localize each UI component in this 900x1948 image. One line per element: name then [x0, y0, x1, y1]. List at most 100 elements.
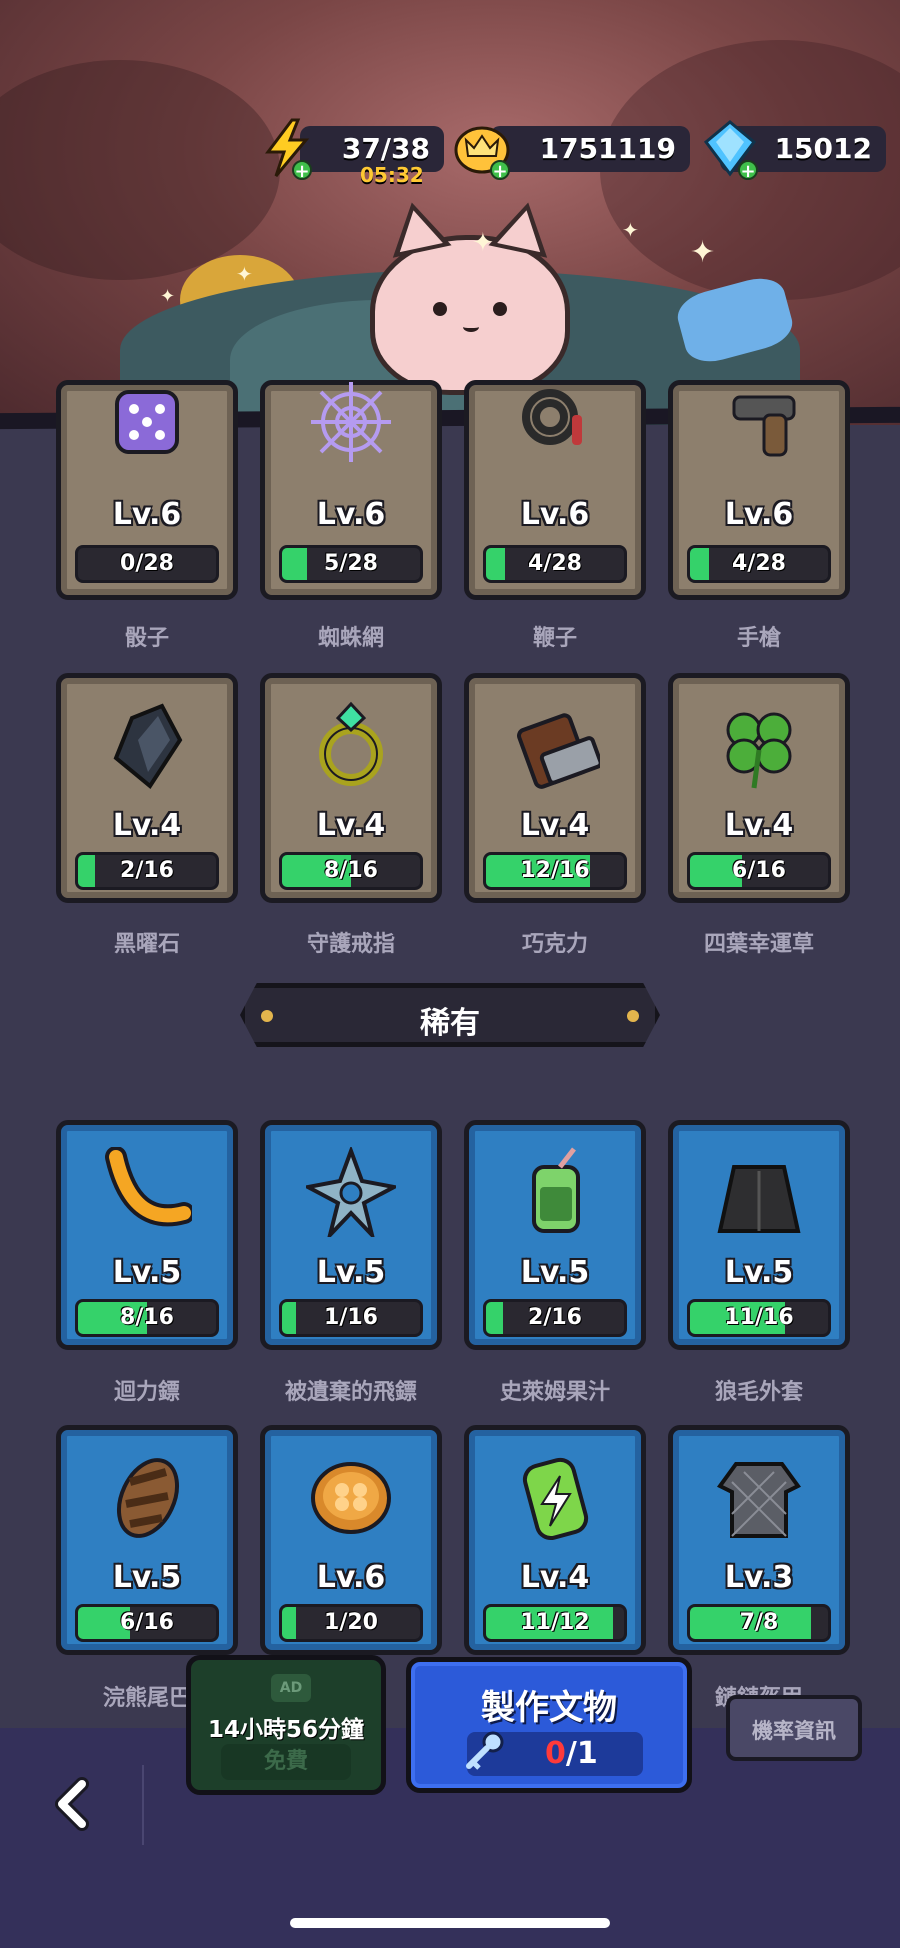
artifact-card[interactable]: Lv.5 6/16	[56, 1425, 238, 1655]
add-energy-button[interactable]: +	[292, 160, 312, 182]
sparkle-icon: ✦	[622, 218, 639, 242]
artifact-card[interactable]: Lv.5 11/16	[668, 1120, 850, 1350]
artifact-card[interactable]: Lv.5 1/16	[260, 1120, 442, 1350]
progress-bar: 1/16	[279, 1299, 423, 1337]
artifact-name: 被遺棄的飛鏢	[284, 1380, 417, 1405]
artifact-name: 鞭子	[532, 626, 577, 651]
craft-artifact-button[interactable]: 製作文物 0/1	[406, 1657, 692, 1793]
artifact-level: Lv.6	[724, 497, 794, 532]
whip-icon	[522, 389, 582, 445]
artifact-card[interactable]: Lv.4 12/16	[464, 673, 646, 903]
progress-bar: 2/16	[75, 852, 219, 890]
chocolate-icon	[517, 713, 600, 789]
key-counter: 0/1	[466, 1731, 643, 1776]
progress-bar: 11/12	[483, 1604, 627, 1642]
progress-text: 1/20	[324, 1610, 378, 1635]
progress-bar: 5/28	[279, 545, 423, 583]
progress-text: 2/16	[528, 1305, 582, 1330]
probability-info-button[interactable]: 機率資訊	[726, 1695, 862, 1761]
artifact-name: 手槍	[736, 626, 781, 651]
progress-text: 5/28	[324, 551, 378, 576]
progress-text: 12/16	[520, 858, 590, 883]
artifact-name: 守護戒指	[306, 932, 395, 957]
artifact-level: Lv.5	[520, 1255, 590, 1290]
artifact-card[interactable]: Lv.6 4/28	[668, 380, 850, 600]
progress-text: 4/28	[528, 551, 582, 576]
artifact-level: Lv.6	[316, 497, 386, 532]
artifact-card[interactable]: Lv.6 5/28	[260, 380, 442, 600]
artifact-level: Lv.6	[316, 1560, 386, 1595]
progress-text: 8/16	[120, 1305, 174, 1330]
artifact-name: 骰子	[124, 626, 169, 651]
pistol-icon	[732, 395, 796, 457]
progress-text: 6/16	[120, 1610, 174, 1635]
artifact-card[interactable]: Lv.5 8/16	[56, 1120, 238, 1350]
clover-coin-icon	[311, 1462, 391, 1534]
rarity-section-header: 稀有	[240, 983, 660, 1047]
slime-juice-icon	[532, 1147, 580, 1233]
artifact-level: Lv.4	[112, 808, 182, 843]
boomerang-icon	[105, 1147, 192, 1227]
artifact-level: Lv.5	[112, 1560, 182, 1595]
artifact-level: Lv.5	[112, 1255, 182, 1290]
free-label: 免費	[221, 1744, 351, 1780]
progress-bar: 12/16	[483, 852, 627, 890]
progress-bar: 2/16	[483, 1299, 627, 1337]
artifact-card[interactable]: Lv.6 1/20	[260, 1425, 442, 1655]
artifact-name: 黑曜石	[113, 932, 180, 957]
artifact-card[interactable]: Lv.4 8/16	[260, 673, 442, 903]
artifact-level: Lv.5	[316, 1255, 386, 1290]
progress-text: 6/16	[732, 858, 786, 883]
progress-bar: 6/16	[687, 852, 831, 890]
section-title: 稀有	[420, 1006, 480, 1041]
artifact-name: 史萊姆果汁	[499, 1380, 610, 1405]
ad-icon: AD	[271, 1674, 311, 1702]
artifact-name: 四葉幸運草	[703, 932, 814, 957]
artifact-card[interactable]: Lv.4 6/16	[668, 673, 850, 903]
progress-text: 11/16	[724, 1305, 794, 1330]
energy-drink-icon	[522, 1457, 589, 1540]
artifact-card[interactable]: Lv.4 11/12	[464, 1425, 646, 1655]
artifact-level: Lv.4	[520, 1560, 590, 1595]
artifact-name: 狼毛外套	[714, 1380, 803, 1405]
artifact-card[interactable]: Lv.4 2/16	[56, 673, 238, 903]
artifact-level: Lv.6	[112, 497, 182, 532]
progress-bar: 4/28	[687, 545, 831, 583]
artifact-level: Lv.4	[724, 808, 794, 843]
artifact-name: 蜘蛛網	[317, 626, 384, 651]
hero-scene: ✦ ✦ ✦ ✦ ✦	[0, 0, 900, 425]
home-indicator	[290, 1918, 610, 1928]
free-ad-button[interactable]: AD 14小時56分鐘 免費	[186, 1655, 386, 1795]
artifact-card[interactable]: Lv.6 4/28	[464, 380, 646, 600]
gold-display[interactable]: 1751119	[490, 126, 690, 172]
progress-text: 4/28	[732, 551, 786, 576]
chainmail-icon	[716, 1462, 802, 1538]
free-timer: 14小時56分鐘	[207, 1717, 364, 1743]
progress-bar: 6/16	[75, 1604, 219, 1642]
progress-text: 2/16	[120, 858, 174, 883]
add-gem-button[interactable]: +	[738, 160, 758, 182]
progress-bar: 0/28	[75, 545, 219, 583]
clover-icon	[726, 712, 792, 789]
shuriken-icon	[306, 1147, 396, 1237]
progress-bar: 7/8	[687, 1604, 831, 1642]
artifact-card[interactable]: Lv.3 7/8	[668, 1425, 850, 1655]
sparkle-icon: ✦	[236, 262, 253, 286]
spiderweb-icon	[311, 382, 391, 462]
artifact-card[interactable]: Lv.6 0/28	[56, 380, 238, 600]
progress-bar: 8/16	[279, 852, 423, 890]
sparkle-icon: ✦	[160, 286, 176, 307]
progress-text: 0/28	[120, 551, 174, 576]
back-arrow-icon[interactable]	[44, 1774, 104, 1834]
artifact-card[interactable]: Lv.5 2/16	[464, 1120, 646, 1350]
artifact-level: Lv.5	[724, 1255, 794, 1290]
progress-text: 11/12	[520, 1610, 590, 1635]
artifact-level: Lv.4	[520, 808, 590, 843]
artifact-level: Lv.4	[316, 808, 386, 843]
key-icon	[466, 1731, 504, 1770]
craft-label: 製作文物	[481, 1688, 617, 1728]
progress-bar: 8/16	[75, 1299, 219, 1337]
obsidian-icon	[113, 703, 183, 789]
add-gold-button[interactable]: +	[490, 160, 510, 182]
artifact-level: Lv.6	[520, 497, 590, 532]
